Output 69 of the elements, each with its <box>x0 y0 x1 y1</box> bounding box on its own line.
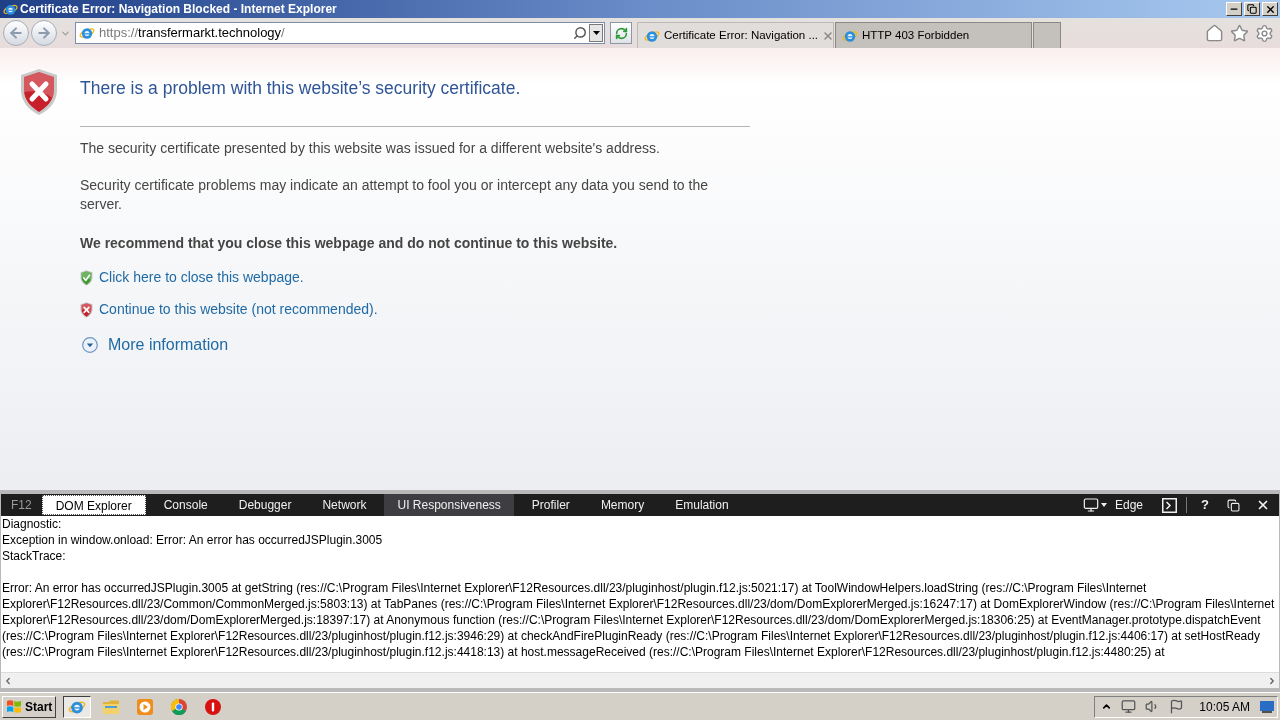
browser-logo-icon <box>79 25 95 41</box>
scroll-right-icon[interactable] <box>1267 675 1277 686</box>
alert-circle-icon <box>205 698 222 715</box>
star-icon[interactable] <box>1230 23 1249 43</box>
address-bar[interactable]: https://transfermarkt.technology/ <box>75 22 605 44</box>
console-line: StackTrace: <box>2 548 66 564</box>
devtools-tab[interactable]: DOM Explorer <box>41 495 146 515</box>
monitor-icon[interactable] <box>1121 699 1137 714</box>
show-desktop-icon[interactable] <box>1260 700 1274 713</box>
devtools-tab[interactable]: Profiler <box>518 495 583 515</box>
minimize-button[interactable] <box>1226 2 1242 16</box>
window-title: Certificate Error: Navigation Blocked - Internet Explorer <box>20 1 337 18</box>
devtools-tab[interactable]: Emulation <box>662 495 742 515</box>
stack-trace-text: Error: An error has occurredJSPlugin.3005 at getString (res://C:\Program Files\Internet Explorer\F12Resources.dll/23/pluginhost/plugin.f12.js:5021:17) at ToolWindowHelpers.loadString (res://C:\Program Files\Internet Explorer\F12Resources.dll/23/Common/CommonMerged.js:5803:13) at TabPanes (res://C:\Program Files\Internet Explorer\F12Resources.dll/23/dom/DomExplorerMerged.js:16247:17) at DomExplorerWindow (res://C:\Program Files\Internet Explorer\F12Resources.dll/23/dom/DomExplorerMerged.js:18397:17) at Anonymous function (res://C:\Program Files\Internet Explorer\F12Resources.dll/23/dom/DomExplorerMerged.js:18306:25) at EventManager.prototype.dispatchEvent (res://C:\Program Files\Internet Explorer\F12Resources.dll/23/pluginhost/plugin.f12.js:3946:29) at checkAndFirePluginReady (res://C:\Program Files\Internet Explorer\F12Resources.dll/23/pluginhost/plugin.f12.js:4406:17) at setHostReady (res://C:\Program Files\Internet Explorer\F12Resources.dll/23/pluginhost/plugin.f12.js:4418:13) at host.messageReceived (res://C:\Program Files\Internet Explorer\F12Resources.dll/23/pluginhost/plugin.f12.js:4480:25) at <box>2 580 1275 660</box>
f12-label: F12 <box>10 497 33 514</box>
refresh-icon <box>614 26 628 40</box>
restore-icon[interactable] <box>1227 498 1240 512</box>
page-heading: There is a problem with this website’s security certificate. <box>80 77 521 99</box>
close-icon <box>1264 3 1276 15</box>
flag-logo-icon <box>6 699 22 714</box>
devtools-tab[interactable]: Network <box>309 495 380 515</box>
check-shield-icon <box>80 269 93 286</box>
monitor-icon <box>1083 497 1099 513</box>
body-paragraph: Security certificate problems may indicate an attempt to fool you or intercept any data you send to the server. <box>80 176 709 214</box>
x-shield-icon <box>80 301 93 318</box>
play-icon <box>137 698 154 715</box>
body-paragraph: The security certificate presented by this website was issued for a different website's address. <box>80 139 660 158</box>
document-mode-dropdown[interactable]: Edge <box>1115 495 1144 515</box>
show-hidden-icons-icon[interactable] <box>1101 701 1113 712</box>
browser-tab[interactable]: Certificate Error: Navigation ... <box>637 22 834 48</box>
devtools-tab[interactable]: Memory <box>587 495 658 515</box>
expand-circle-icon[interactable] <box>82 337 98 353</box>
restore-button[interactable] <box>1244 2 1260 16</box>
devtools-tab[interactable]: Console <box>150 495 221 515</box>
round-app-icon <box>171 698 188 715</box>
scroll-left-icon[interactable] <box>3 675 13 686</box>
home-icon[interactable] <box>1205 23 1224 43</box>
devtools-tab[interactable]: Debugger <box>225 495 305 515</box>
caret-icon <box>592 31 600 35</box>
console-line: Diagnostic: <box>2 516 62 532</box>
flag-icon[interactable] <box>1169 699 1185 714</box>
device-dropdown-button[interactable] <box>1083 497 1107 513</box>
refresh-button[interactable] <box>610 22 632 44</box>
address-dropdown-button[interactable] <box>589 24 603 42</box>
horizontal-scrollbar[interactable] <box>1 672 1279 688</box>
close-button[interactable] <box>1262 2 1278 16</box>
settings-icon[interactable] <box>1255 23 1274 43</box>
clock[interactable]: 10:05 AM <box>1199 697 1250 716</box>
back-button[interactable] <box>3 20 29 46</box>
taskbar-app-button[interactable] <box>63 695 92 718</box>
close-icon[interactable] <box>1256 498 1270 512</box>
console-prompt-icon[interactable] <box>1162 497 1178 513</box>
forward-arrow-icon <box>36 25 52 41</box>
folder-icon <box>103 699 120 714</box>
browser-tab[interactable]: HTTP 403 Forbidden <box>835 22 1032 48</box>
search-icon[interactable] <box>573 26 587 40</box>
start-button[interactable]: Start <box>2 695 57 718</box>
more-information-link[interactable]: More information <box>108 334 229 356</box>
forward-button[interactable] <box>31 20 57 46</box>
error-shield-icon <box>20 68 58 116</box>
recommendation-text: We recommend that you close this webpage and do not continue to this website. <box>80 234 618 253</box>
close-webpage-link[interactable]: Click here to close this webpage. <box>99 268 304 287</box>
caret-icon <box>1101 503 1107 507</box>
continue-to-site-link[interactable]: Continue to this website (not recommended). <box>99 300 378 319</box>
devtools-tab[interactable]: UI Responsiveness <box>384 494 514 516</box>
close-tab-icon[interactable] <box>822 29 835 42</box>
restore-icon <box>1247 4 1257 14</box>
console-line: Exception in window.onload: Error: An error has occurredJSPlugin.3005 <box>2 532 383 548</box>
help-button[interactable]: ? <box>1201 495 1209 515</box>
